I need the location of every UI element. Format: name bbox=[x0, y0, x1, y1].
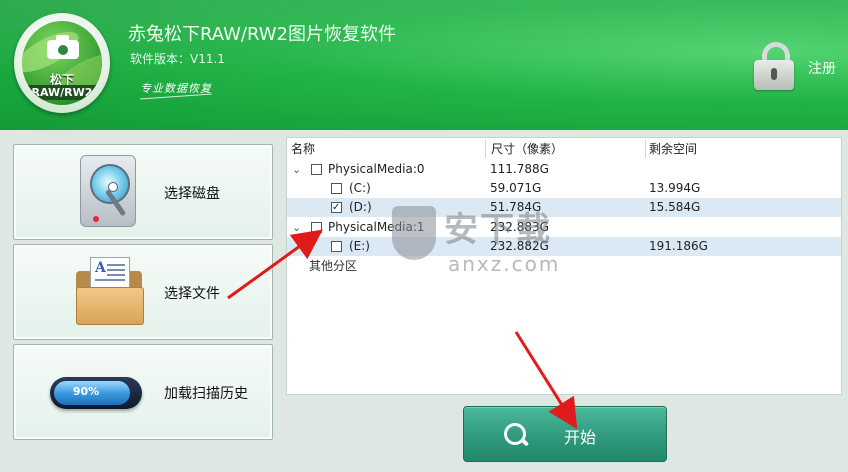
start-button[interactable]: 开始 bbox=[463, 406, 667, 462]
row-name: PhysicalMedia:0 bbox=[328, 162, 425, 176]
select-disk-button[interactable]: 选择磁盘 bbox=[13, 144, 273, 240]
row-checkbox[interactable] bbox=[311, 222, 322, 233]
column-header-size[interactable]: 尺寸（像素） bbox=[491, 138, 563, 160]
row-checkbox[interactable] bbox=[331, 198, 342, 217]
select-file-button[interactable]: A 选择文件 bbox=[13, 244, 273, 340]
row-size: 111.788G bbox=[490, 162, 549, 176]
column-header-free[interactable]: 剩余空间 bbox=[649, 138, 697, 160]
row-checkbox[interactable] bbox=[331, 183, 342, 194]
app-version: 软件版本：V11.1 bbox=[130, 52, 225, 66]
folder-icon: A bbox=[76, 257, 146, 327]
search-icon bbox=[504, 423, 530, 447]
row-name: (C:) bbox=[349, 181, 371, 195]
lock-icon[interactable] bbox=[754, 42, 794, 90]
drive-tree[interactable]: 名称 尺寸（像素） 剩余空间 ⌄ PhysicalMedia:0 111.788… bbox=[286, 137, 842, 395]
other-partitions-label[interactable]: 其他分区 bbox=[309, 257, 357, 274]
chevron-down-icon[interactable]: ⌄ bbox=[292, 160, 301, 179]
start-button-label: 开始 bbox=[564, 428, 597, 447]
camera-icon bbox=[47, 35, 79, 59]
tree-row[interactable]: ⌄ PhysicalMedia:1 232.883G bbox=[287, 218, 841, 237]
progress-icon: 90% bbox=[50, 377, 142, 409]
app-logo: 松下 RAW/RW2 bbox=[14, 13, 110, 113]
chevron-down-icon[interactable]: ⌄ bbox=[292, 218, 301, 237]
row-free: 13.994G bbox=[649, 181, 701, 195]
tree-row[interactable]: ⌄ PhysicalMedia:0 111.788G bbox=[287, 160, 841, 179]
register-link[interactable]: 注册 bbox=[808, 58, 836, 78]
row-checkbox[interactable] bbox=[311, 164, 322, 175]
load-scan-history-button[interactable]: 90% 加载扫描历史 bbox=[13, 344, 273, 440]
select-file-label: 选择文件 bbox=[164, 286, 220, 302]
tree-row[interactable]: (C:) 59.071G 13.994G bbox=[287, 179, 841, 198]
row-size: 232.882G bbox=[490, 239, 549, 253]
row-size: 59.071G bbox=[490, 181, 542, 195]
tree-row[interactable]: (E:) 232.882G 191.186G bbox=[287, 237, 841, 256]
app-title: 赤兔松下RAW/RW2图片恢复软件 bbox=[128, 24, 396, 45]
row-free: 15.584G bbox=[649, 200, 701, 214]
row-size: 51.784G bbox=[490, 200, 542, 214]
progress-text: 90% bbox=[72, 385, 100, 398]
hard-disk-icon bbox=[76, 155, 142, 231]
row-name: PhysicalMedia:1 bbox=[328, 220, 425, 234]
select-disk-label: 选择磁盘 bbox=[164, 186, 220, 202]
tree-row[interactable]: (D:) 51.784G 15.584G bbox=[287, 198, 841, 217]
row-name: (D:) bbox=[349, 200, 372, 214]
row-size: 232.883G bbox=[490, 220, 549, 234]
row-checkbox[interactable] bbox=[331, 241, 342, 252]
sidebar: 选择磁盘 A 选择文件 90% 加载扫描历史 bbox=[8, 138, 278, 448]
column-header-name[interactable]: 名称 bbox=[291, 138, 315, 160]
load-scan-history-label: 加载扫描历史 bbox=[164, 386, 248, 402]
row-name: (E:) bbox=[349, 239, 370, 253]
row-free: 191.186G bbox=[649, 239, 708, 253]
logo-format-text: RAW/RW2 bbox=[26, 85, 98, 100]
